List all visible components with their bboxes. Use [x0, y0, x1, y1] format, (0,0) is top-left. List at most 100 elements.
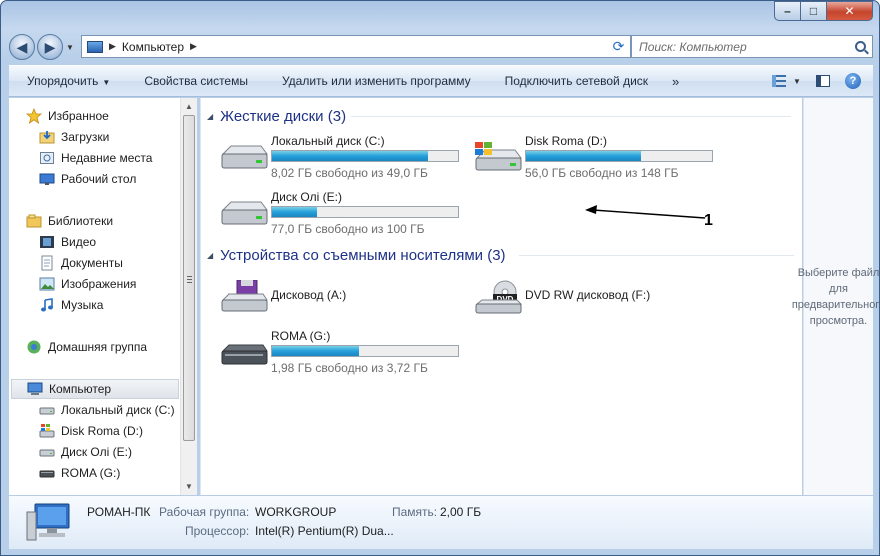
processor-value: Intel(R) Pentium(R) Dua... — [255, 524, 394, 538]
nav-desktop[interactable]: Рабочий стол — [9, 169, 136, 189]
chevron-down-icon: ▼ — [793, 76, 801, 86]
back-button[interactable]: ◀ — [9, 34, 35, 60]
preview-pane-button[interactable] — [813, 71, 833, 91]
nav-documents[interactable]: Документы — [9, 253, 123, 273]
nav-videos[interactable]: Видео — [9, 232, 96, 252]
drive-d[interactable]: Disk Roma (D:) 56,0 ГБ свободно из 148 Г… — [473, 134, 723, 182]
hdd-icon — [221, 201, 268, 225]
workgroup-label: Рабочая группа: — [159, 505, 250, 519]
organize-button[interactable]: Упорядочить ▼ — [9, 74, 126, 88]
nav-drive-d[interactable]: Disk Roma (D:) — [9, 421, 143, 441]
drive-g-usage-fill — [272, 346, 360, 356]
drive-e[interactable]: Диск Олі (E:) 77,0 ГБ свободно из 100 ГБ — [219, 190, 469, 238]
nav-homegroup-label: Домашняя группа — [48, 340, 148, 354]
drive-g[interactable]: ROMA (G:) 1,98 ГБ свободно из 3,72 ГБ — [219, 329, 469, 377]
nav-recent-places[interactable]: Недавние места — [9, 148, 152, 168]
collapse-triangle-icon[interactable]: ◢ — [207, 112, 213, 121]
drive-d-usage-fill — [526, 151, 642, 161]
scroll-up-icon[interactable]: ▲ — [181, 98, 197, 115]
pictures-library-icon — [39, 277, 55, 291]
refresh-button[interactable]: ⟳ — [607, 35, 631, 58]
group-header-removable[interactable]: ◢ Устройства со съемными носителями (3) — [207, 245, 506, 265]
recent-pages-dropdown[interactable]: ▼ — [64, 43, 76, 52]
nav-recent-places-label: Недавние места — [61, 151, 153, 165]
nav-favorites-label: Избранное — [48, 109, 109, 123]
annotation-label: 1 — [704, 212, 713, 229]
homegroup-icon — [27, 340, 41, 354]
nav-libraries[interactable]: Библиотеки — [9, 211, 113, 231]
change-view-button[interactable] — [769, 71, 789, 91]
maximize-button[interactable]: □ — [801, 1, 827, 21]
nav-music-label: Музыка — [61, 298, 104, 312]
back-arrow-icon: ◀ — [16, 38, 28, 55]
collapse-triangle-icon[interactable]: ◢ — [207, 251, 213, 260]
organize-label: Упорядочить — [27, 74, 99, 88]
help-button[interactable]: ? — [843, 71, 863, 91]
nav-libraries-label: Библиотеки — [48, 214, 114, 228]
drive-a-name: Дисковод (A:) — [271, 288, 347, 302]
downloads-folder-icon — [39, 131, 55, 144]
drive-g-usage-bar — [271, 345, 459, 357]
documents-library-icon — [41, 255, 53, 271]
search-input[interactable]: Поиск: Компьютер — [631, 35, 873, 58]
nav-downloads[interactable]: Загрузки — [9, 127, 109, 147]
nav-music[interactable]: Музыка — [9, 295, 103, 315]
forward-button[interactable]: ▶ — [37, 34, 63, 60]
nav-pictures[interactable]: Изображения — [9, 274, 136, 294]
search-icon[interactable] — [855, 41, 866, 52]
drive-e-name: Диск Олі (E:) — [271, 190, 342, 204]
map-network-drive-button[interactable]: Подключить сетевой диск — [487, 74, 664, 88]
drive-d-usage-bar — [525, 150, 713, 162]
nav-documents-label: Документы — [61, 256, 123, 270]
drive-f-name: DVD RW дисковод (F:) — [525, 288, 651, 302]
nav-computer-label: Компьютер — [49, 382, 112, 396]
usb-drive-icon — [221, 344, 268, 365]
close-button[interactable]: ✕ — [827, 1, 873, 21]
drive-c-free-space: 8,02 ГБ свободно из 49,0 ГБ — [271, 166, 428, 180]
computer-icon — [27, 382, 43, 395]
nav-homegroup[interactable]: Домашняя группа — [9, 337, 147, 357]
drive-a[interactable]: Дисковод (A:) — [219, 274, 469, 322]
drive-f[interactable]: DVD DVD RW дисковод (F:) — [473, 274, 723, 322]
system-properties-button[interactable]: Свойства системы — [126, 74, 264, 88]
hdd-icon — [221, 145, 268, 169]
drive-d-free-space: 56,0 ГБ свободно из 148 ГБ — [525, 166, 679, 180]
view-controls: ▼ ? — [759, 71, 863, 91]
address-bar[interactable]: ▶ Компьютер ▶ ▼ — [81, 35, 623, 58]
drive-e-free-space: 77,0 ГБ свободно из 100 ГБ — [271, 222, 425, 236]
breadcrumb-chevron-icon[interactable]: ▶ — [190, 41, 197, 52]
scroll-thumb[interactable] — [183, 115, 195, 441]
nav-drive-c[interactable]: Локальный диск (C:) — [9, 400, 175, 420]
drive-d-name: Disk Roma (D:) — [525, 134, 608, 148]
processor-label: Процессор: — [185, 524, 250, 538]
nav-desktop-label: Рабочий стол — [61, 172, 137, 186]
search-placeholder: Поиск: Компьютер — [639, 39, 747, 54]
refresh-icon: ⟳ — [612, 38, 625, 54]
nav-scrollbar[interactable]: ▲ ▼ — [180, 98, 197, 495]
preview-pane-message: Выберите файл для предварительного просм… — [791, 266, 880, 327]
nav-pictures-label: Изображения — [61, 277, 137, 291]
computer-icon — [26, 503, 70, 541]
more-commands-button[interactable]: » — [664, 74, 687, 89]
scroll-down-icon[interactable]: ▼ — [181, 478, 197, 495]
drive-c[interactable]: Локальный диск (C:) 8,02 ГБ свободно из … — [219, 134, 469, 182]
breadcrumb-chevron-icon[interactable]: ▶ — [109, 41, 116, 52]
breadcrumb-computer[interactable]: Компьютер — [122, 40, 184, 54]
nav-favorites[interactable]: Избранное — [9, 106, 109, 126]
drive-g-free-space: 1,98 ГБ свободно из 3,72 ГБ — [271, 361, 428, 375]
group-header-hard-disks[interactable]: ◢ Жесткие диски (3) — [207, 106, 346, 126]
nav-drive-e[interactable]: Диск Олі (E:) — [9, 442, 132, 462]
workgroup-value: WORKGROUP — [255, 505, 337, 519]
desktop-icon — [39, 173, 55, 185]
drive-c-usage-bar — [271, 150, 459, 162]
windows-hdd-icon — [475, 142, 522, 171]
nav-drive-g[interactable]: ROMA (G:) — [9, 463, 120, 483]
uninstall-program-button[interactable]: Удалить или изменить программу — [264, 74, 487, 88]
minimize-button[interactable]: – — [774, 1, 801, 21]
windows-hdd-icon — [39, 424, 55, 438]
nav-computer[interactable]: Компьютер — [11, 379, 179, 399]
nav-videos-label: Видео — [61, 235, 97, 249]
nav-drive-d-label: Disk Roma (D:) — [61, 424, 144, 438]
view-options-dropdown[interactable]: ▼ — [791, 71, 803, 91]
drive-c-name: Локальный диск (C:) — [271, 134, 385, 148]
